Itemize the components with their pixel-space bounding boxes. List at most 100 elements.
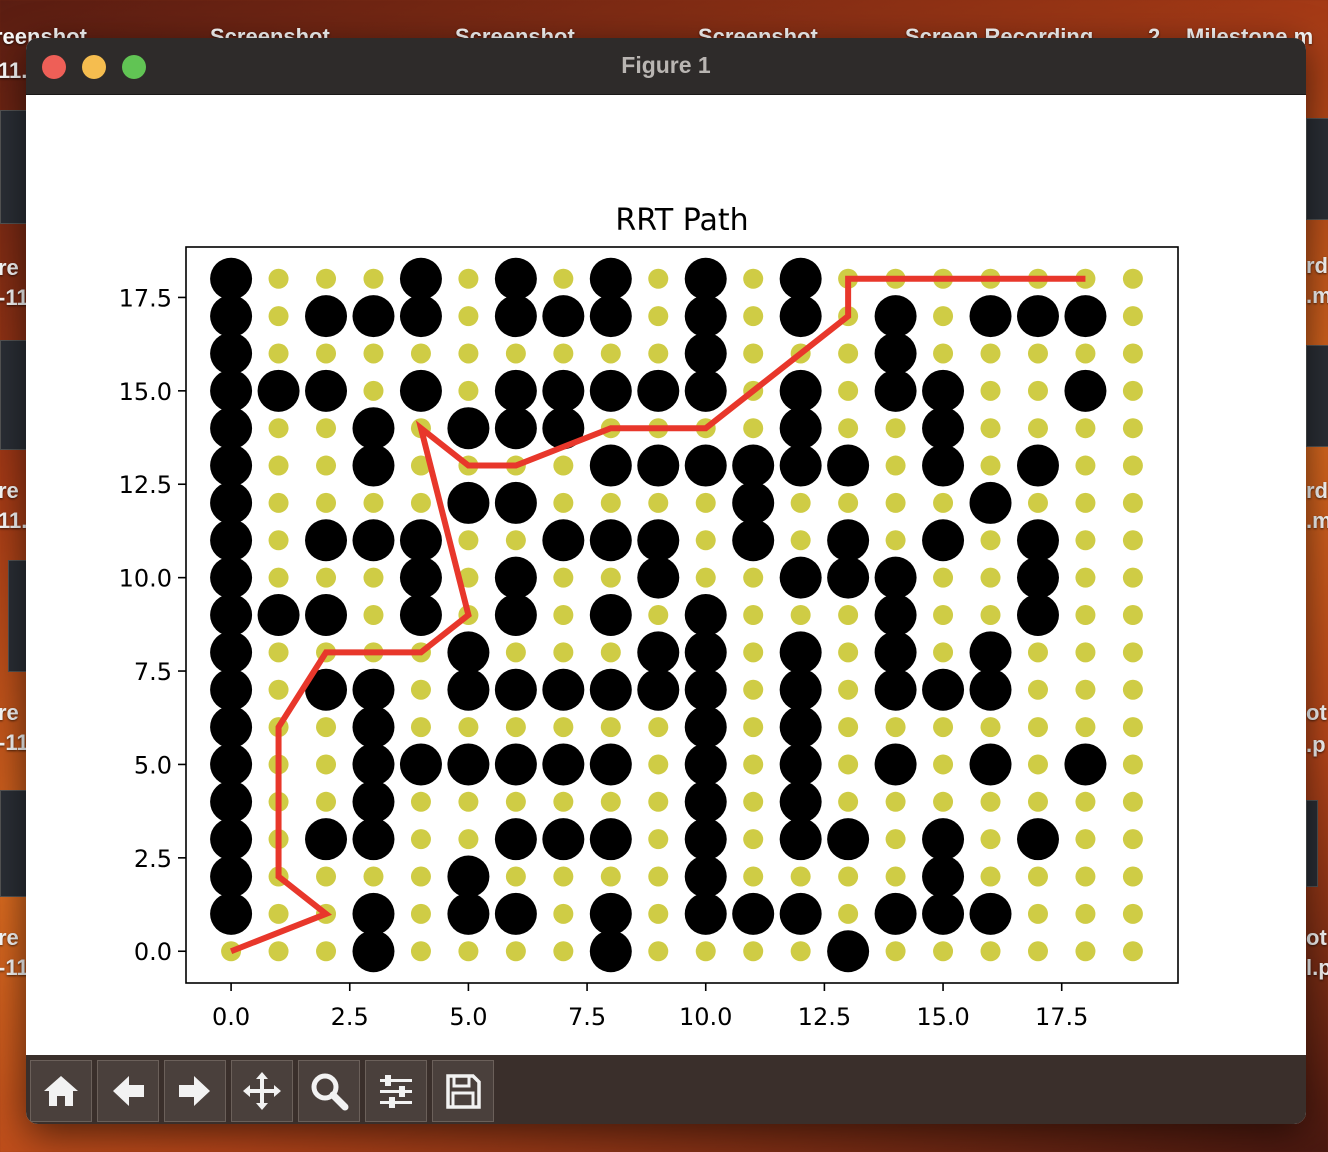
free-point — [458, 380, 479, 401]
free-point — [648, 829, 669, 850]
obstacle-point — [779, 257, 822, 300]
free-point — [838, 343, 859, 364]
pan-button[interactable] — [231, 1060, 293, 1122]
free-point — [648, 903, 669, 924]
back-button[interactable] — [97, 1060, 159, 1122]
obstacle-point — [732, 481, 775, 524]
y-tick-label: 10.0 — [119, 565, 172, 593]
desktop-file-thumbnail[interactable] — [0, 790, 28, 897]
desktop-file-label[interactable]: l.p — [1306, 955, 1328, 981]
obstacle-point — [542, 818, 585, 861]
y-tick-label: 5.0 — [134, 751, 172, 779]
obstacle-point — [210, 706, 253, 749]
desktop-file-thumbnail[interactable] — [0, 110, 28, 224]
free-point — [600, 492, 621, 513]
obstacle-point — [352, 818, 395, 861]
obstacle-point — [542, 743, 585, 786]
desktop-file-label[interactable]: ot — [1306, 700, 1327, 726]
home-button[interactable] — [30, 1060, 92, 1122]
obstacle-point — [399, 257, 442, 300]
x-tick-label: 15.0 — [916, 1003, 969, 1031]
desktop-file-label[interactable]: 11. — [0, 58, 27, 84]
save-button[interactable] — [432, 1060, 494, 1122]
desktop-file-label[interactable]: re — [0, 255, 19, 281]
free-point — [933, 343, 954, 364]
desktop-file-thumbnail[interactable] — [1306, 800, 1318, 887]
free-point — [410, 492, 431, 513]
desktop-file-label[interactable]: re — [0, 925, 19, 951]
free-point — [268, 418, 289, 439]
desktop-file-thumbnail[interactable] — [8, 560, 28, 672]
free-point — [885, 455, 906, 476]
desktop-file-thumbnail[interactable] — [1306, 345, 1328, 447]
free-point — [553, 605, 574, 625]
obstacle-point — [589, 743, 632, 786]
desktop-file-label[interactable]: -11 — [0, 285, 29, 311]
free-point — [933, 754, 954, 775]
desktop-file-label[interactable]: 11. — [0, 508, 27, 534]
free-point — [316, 866, 337, 887]
desktop-file-label[interactable]: .m — [1306, 508, 1328, 534]
obstacle-point — [494, 481, 537, 524]
free-point — [316, 717, 337, 738]
window-titlebar[interactable]: Figure 1 — [26, 38, 1306, 95]
desktop-file-label[interactable]: ot — [1306, 925, 1327, 951]
desktop-file-thumbnail[interactable] — [0, 340, 28, 450]
free-point — [1122, 567, 1143, 588]
desktop-file-label[interactable]: re — [0, 478, 19, 504]
obstacle-point — [922, 369, 965, 412]
free-point — [1075, 941, 1096, 962]
obstacle-point — [874, 892, 917, 935]
plot-area[interactable]: RRT Path 0.0 2.5 5.0 7.5 10.0 12.5 15.0 17.5 0.0 2… — [26, 95, 1306, 1055]
free-point — [600, 642, 621, 663]
obstacle-point — [922, 668, 965, 711]
obstacle-point — [494, 295, 537, 338]
free-point — [980, 829, 1001, 850]
forward-button[interactable] — [164, 1060, 226, 1122]
free-point — [458, 306, 479, 327]
desktop-file-label[interactable]: rdi — [1306, 478, 1328, 504]
obstacle-point — [922, 407, 965, 450]
configure-subplots-button[interactable] — [365, 1060, 427, 1122]
obstacle-point — [447, 407, 490, 450]
free-point — [743, 605, 764, 625]
obstacle-point — [922, 444, 965, 487]
desktop-file-label[interactable]: re — [0, 700, 19, 726]
obstacle-point — [684, 706, 727, 749]
desktop-file-label[interactable]: .p — [1306, 732, 1326, 758]
obstacle-point — [874, 556, 917, 599]
free-point — [980, 418, 1001, 439]
free-point — [268, 306, 289, 327]
rrt-chart[interactable]: RRT Path 0.0 2.5 5.0 7.5 10.0 12.5 15.0 17.5 0.0 2… — [26, 95, 1306, 1055]
desktop-file-thumbnail[interactable] — [1306, 118, 1328, 220]
obstacle-point — [1064, 369, 1107, 412]
free-point — [743, 717, 764, 738]
free-point — [410, 941, 431, 962]
obstacle-point — [684, 295, 727, 338]
zoom-button[interactable] — [298, 1060, 360, 1122]
free-point — [1075, 791, 1096, 812]
desktop-file-label[interactable]: .m — [1306, 283, 1328, 309]
obstacle-point — [969, 481, 1012, 524]
free-point — [838, 866, 859, 887]
obstacle-point — [684, 369, 727, 412]
free-point — [1075, 343, 1096, 364]
free-point — [885, 791, 906, 812]
free-point — [933, 642, 954, 663]
free-point — [268, 492, 289, 513]
obstacle-point — [542, 369, 585, 412]
free-point — [885, 717, 906, 738]
free-point — [743, 829, 764, 850]
obstacle-point — [447, 743, 490, 786]
free-point — [743, 679, 764, 700]
obstacle-point — [305, 594, 348, 636]
obstacle-point — [922, 855, 965, 898]
obstacle-point — [494, 369, 537, 412]
free-point — [505, 717, 526, 738]
desktop-file-label[interactable]: -11 — [0, 730, 29, 756]
desktop-file-label[interactable]: rdi — [1306, 253, 1328, 279]
desktop-file-label[interactable]: -11 — [0, 955, 29, 981]
obstacle-point — [494, 594, 537, 636]
free-point — [1122, 829, 1143, 850]
obstacle-point — [305, 369, 348, 412]
